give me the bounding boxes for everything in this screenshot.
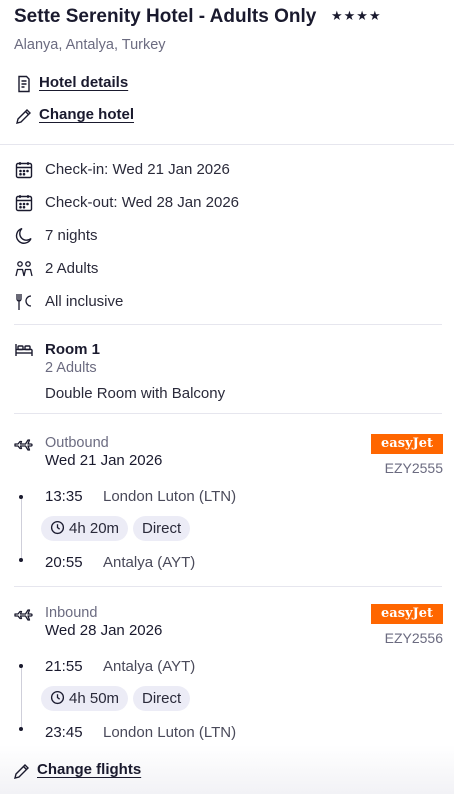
outbound-date: Wed 21 Jan 2026 (45, 452, 163, 469)
airline-logo: easyJet (371, 434, 443, 454)
departure-time: 13:35 (45, 488, 83, 505)
duration-pill: 4h 20m (41, 516, 129, 541)
outbound-label: Outbound (45, 435, 109, 451)
timeline-dot (19, 495, 23, 499)
flight-number: EZY2555 (384, 460, 443, 476)
airline-logo: easyJet (371, 604, 443, 624)
cutlery-icon (14, 292, 34, 312)
clock-icon (50, 520, 65, 535)
arrival-time: 20:55 (45, 554, 83, 571)
duration-pill: 4h 50m (41, 686, 129, 711)
moon-icon (14, 226, 34, 246)
duration-text: 4h 20m (69, 520, 120, 537)
divider (0, 144, 454, 145)
room-title: Room 1 (45, 341, 101, 358)
timeline-line (21, 666, 22, 729)
change-hotel-link[interactable]: Change hotel (39, 106, 134, 123)
hotel-location: Alanya, Antalya, Turkey (14, 37, 166, 53)
plane-takeoff-icon (13, 434, 33, 454)
star-rating: ★★★★ (331, 8, 382, 23)
guest-count: 2 Adults (45, 260, 99, 277)
pencil-icon (14, 106, 34, 126)
change-flights-link[interactable]: Change flights (37, 761, 141, 778)
hotel-details-link[interactable]: Hotel details (39, 74, 128, 91)
checkin-date: Check-in: Wed 21 Jan 2026 (45, 161, 230, 178)
arrival-airport: Antalya (AYT) (103, 554, 196, 571)
departure-airport: Antalya (AYT) (103, 658, 196, 675)
room-type: Double Room with Balcony (45, 385, 226, 402)
timeline-dot (19, 558, 23, 562)
departure-airport: London Luton (LTN) (103, 488, 237, 505)
calendar-icon (14, 193, 34, 213)
timeline-dot (19, 727, 23, 731)
calendar-icon (14, 160, 34, 180)
nights-count: 7 nights (45, 227, 98, 244)
divider (14, 324, 442, 325)
stops-pill: Direct (133, 516, 191, 541)
checkout-date: Check-out: Wed 28 Jan 2026 (45, 194, 240, 211)
room-guests: 2 Adults (45, 360, 97, 376)
clock-icon (50, 690, 65, 705)
bed-icon (14, 340, 34, 360)
flight-number: EZY2556 (384, 630, 443, 646)
document-icon (14, 74, 34, 94)
plane-landing-icon (13, 604, 33, 624)
departure-time: 21:55 (45, 658, 83, 675)
board-basis: All inclusive (45, 293, 124, 310)
inbound-label: Inbound (45, 605, 98, 621)
arrival-airport: London Luton (LTN) (103, 724, 237, 741)
duration-text: 4h 50m (69, 690, 120, 707)
divider (14, 413, 442, 414)
pencil-icon (12, 761, 32, 781)
inbound-date: Wed 28 Jan 2026 (45, 622, 163, 639)
divider (14, 586, 442, 587)
timeline-dot (19, 664, 23, 668)
hotel-name: Sette Serenity Hotel - Adults Only (14, 6, 317, 27)
people-icon (14, 259, 34, 279)
stops-pill: Direct (133, 686, 191, 711)
arrival-time: 23:45 (45, 724, 83, 741)
timeline-line (21, 497, 22, 560)
